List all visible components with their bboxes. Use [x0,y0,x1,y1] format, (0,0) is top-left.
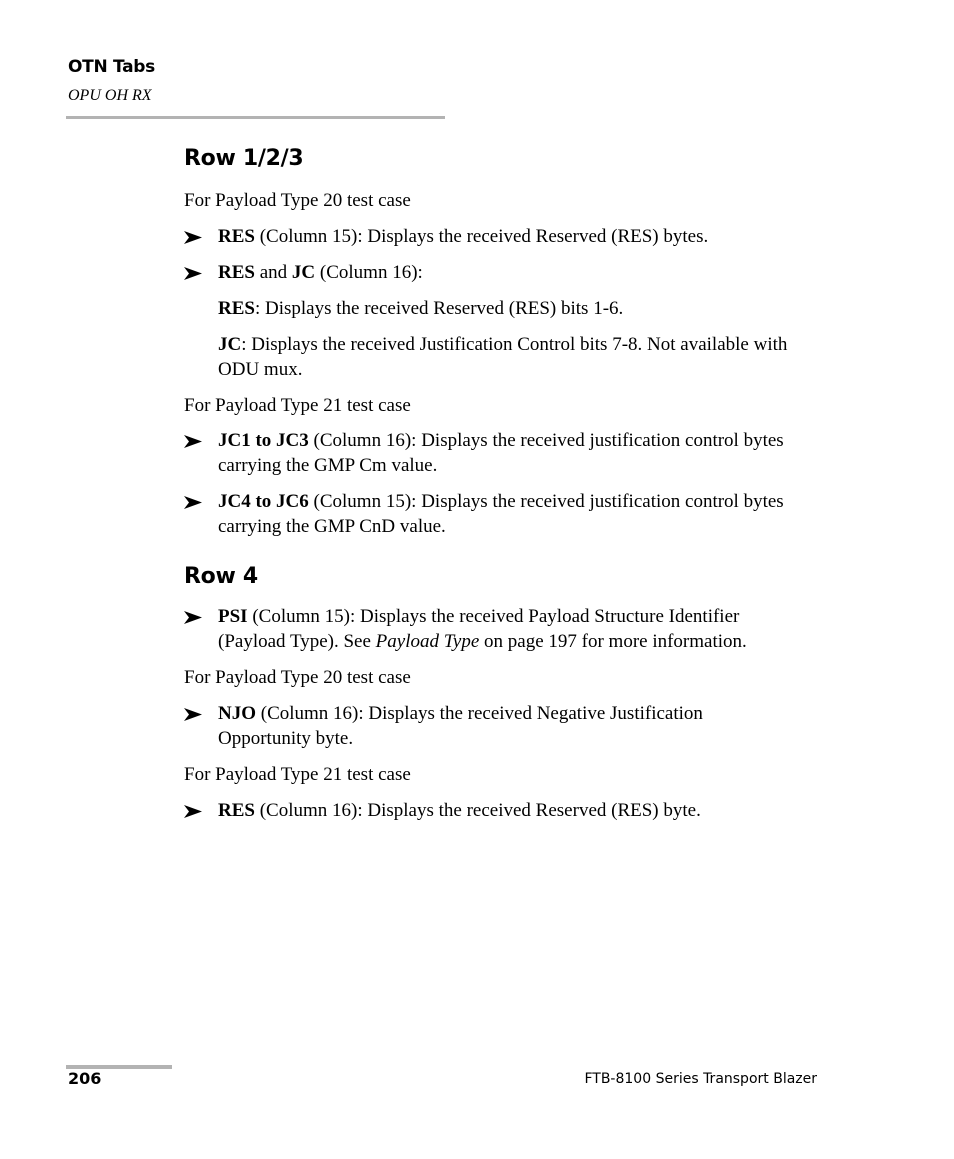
list-item: JC4 to JC6 (Column 15): Displays the rec… [184,489,794,539]
term: NJO [218,703,256,724]
term: JC [291,262,316,283]
term: PSI [218,606,248,627]
section-subtitle: OPU OH RX [68,87,152,104]
description: : Displays the received Justification Co… [218,334,788,380]
payload-type-21-label: For Payload Type 21 test case [184,764,411,785]
list-item: NJO (Column 16): Displays the received N… [184,701,764,751]
description: (Column 15): Displays the received Reser… [254,226,709,247]
heading-row-4: Row 4 [184,564,258,589]
term: RES [218,262,255,283]
sub-paragraph-jc: JC: Displays the received Justification … [218,332,798,382]
conjunction: and [254,262,292,283]
description-tail: on page 197 for more information. [479,631,747,652]
list-item: RES and JC (Column 16): [184,260,814,285]
cross-reference-link[interactable]: Payload Type [376,631,480,652]
arrowhead-right-icon [184,260,204,280]
description: (Column 16): Displays the received Negat… [218,703,703,749]
list-item: RES (Column 15): Displays the received R… [184,224,814,249]
term: JC [218,334,242,355]
arrowhead-right-icon [184,489,204,509]
term: RES [218,226,255,247]
page-number: 206 [68,1069,102,1088]
term: RES [218,298,255,319]
list-item: RES (Column 16): Displays the received R… [184,798,814,823]
payload-type-21-label: For Payload Type 21 test case [184,395,411,416]
description: (Column 16): Displays the received Reser… [254,800,701,821]
chapter-title: OTN Tabs [68,57,155,77]
payload-type-20-label: For Payload Type 20 test case [184,190,411,211]
header-divider [66,116,445,119]
arrowhead-right-icon [184,428,204,448]
arrowhead-right-icon [184,798,204,818]
term: RES [218,800,255,821]
arrowhead-right-icon [184,701,204,721]
heading-row-1-2-3: Row 1/2/3 [184,146,304,171]
sub-paragraph-res: RES: Displays the received Reserved (RES… [218,296,818,321]
description: : Displays the received Reserved (RES) b… [254,298,624,319]
list-item: JC1 to JC3 (Column 16): Displays the rec… [184,428,794,478]
payload-type-20-label: For Payload Type 20 test case [184,667,411,688]
list-item: PSI (Column 15): Displays the received P… [184,604,809,654]
description: (Column 16): [315,262,423,283]
arrowhead-right-icon [184,224,204,244]
arrowhead-right-icon [184,604,204,624]
term: JC1 to JC3 [218,430,309,451]
term: JC4 to JC6 [218,491,309,512]
product-name: FTB-8100 Series Transport Blazer [584,1071,817,1087]
